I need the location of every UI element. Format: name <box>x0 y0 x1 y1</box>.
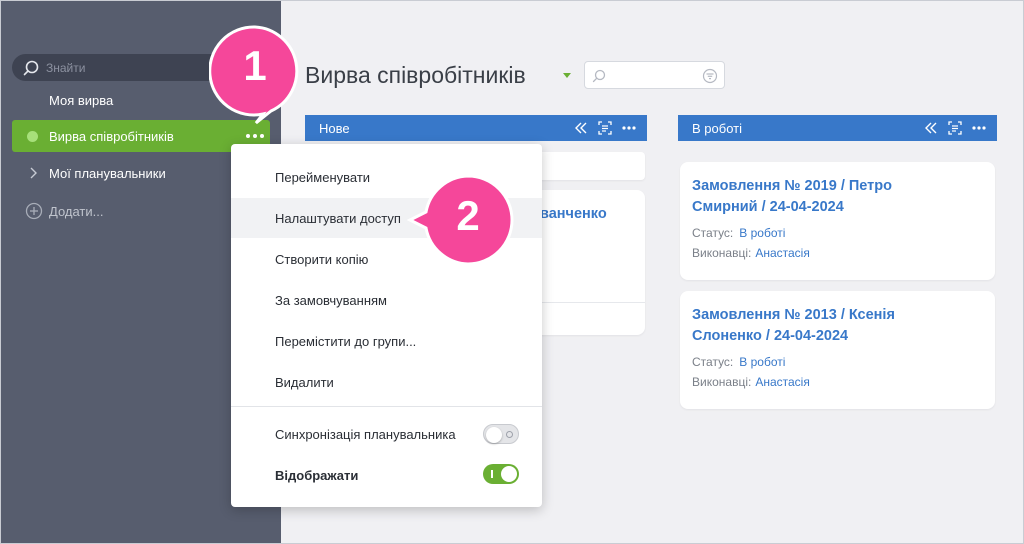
sidebar-item-label: Моя вирва <box>49 92 114 108</box>
toggle-label: Відображати <box>275 467 359 483</box>
menu-item-delete[interactable]: Видалити <box>231 362 542 402</box>
toggle-label: Синхронізація планувальника <box>275 426 456 442</box>
card-status: Статус: В роботі <box>692 226 786 240</box>
menu-divider <box>231 406 542 407</box>
more-options-icon[interactable] <box>621 120 637 136</box>
search-icon <box>23 60 39 75</box>
card-title[interactable]: ванченко <box>540 204 607 225</box>
menu-item-move-to-group[interactable]: Перемістити до групи... <box>231 321 542 361</box>
scan-icon[interactable] <box>597 120 613 136</box>
chevron-right-icon[interactable] <box>28 167 38 179</box>
column-header-in-progress: В роботі <box>678 115 997 141</box>
card-assignee: Виконавці: Анастасія <box>692 246 810 260</box>
add-circle-icon <box>25 202 43 220</box>
column-title: В роботі <box>692 120 742 136</box>
collapse-icon[interactable] <box>573 120 589 136</box>
scan-icon[interactable] <box>947 120 963 136</box>
active-indicator-icon <box>27 131 38 142</box>
card-assignee: Виконавці: Анастасія <box>692 375 810 389</box>
callout-number-1: 1 <box>243 42 267 89</box>
more-options-icon[interactable] <box>971 120 987 136</box>
sync-planner-toggle[interactable] <box>483 424 519 444</box>
filter-icon[interactable] <box>702 68 718 84</box>
column-header-new: Нове <box>305 115 647 141</box>
card-status: Статус: В роботі <box>692 355 786 369</box>
card-title[interactable]: Замовлення № 2019 / Петро Смирний / 24-0… <box>692 176 942 218</box>
sidebar-item-label: Вирва співробітників <box>49 128 174 144</box>
search-icon <box>592 69 606 83</box>
page-title[interactable]: Вирва співробітників <box>305 62 526 89</box>
menu-item-default[interactable]: За замовчуванням <box>231 280 542 320</box>
board-search-field[interactable] <box>584 61 725 89</box>
card-title[interactable]: Замовлення № 2013 / Ксенія Слоненко / 24… <box>692 305 942 347</box>
column-title: Нове <box>319 120 350 136</box>
sidebar-item-label: Додати... <box>49 203 104 219</box>
collapse-icon[interactable] <box>923 120 939 136</box>
more-options-icon[interactable] <box>246 128 264 144</box>
sidebar-item-label: Мої планувальники <box>49 165 166 181</box>
callout-number-2: 2 <box>456 192 480 239</box>
title-dropdown-caret-icon[interactable] <box>563 73 571 78</box>
list-item[interactable]: Замовлення № 2019 / Петро Смирний / 24-0… <box>680 162 995 280</box>
display-toggle[interactable] <box>483 464 519 484</box>
list-item[interactable]: Замовлення № 2013 / Ксенія Слоненко / 24… <box>680 291 995 409</box>
